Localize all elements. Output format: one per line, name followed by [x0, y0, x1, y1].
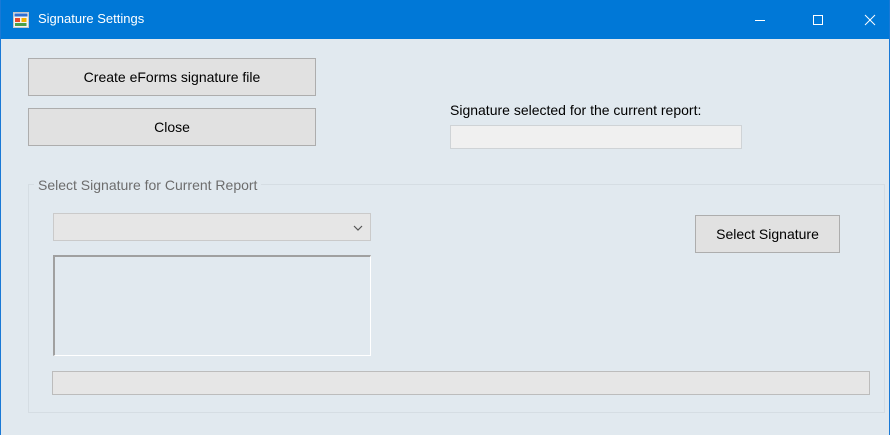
current-signature-field	[450, 125, 742, 149]
chevron-down-icon[interactable]	[352, 221, 364, 233]
minimize-icon[interactable]	[737, 0, 783, 39]
create-eforms-signature-file-button[interactable]: Create eForms signature file	[28, 58, 316, 96]
select-signature-button[interactable]: Select Signature	[695, 215, 840, 253]
window-title: Signature Settings	[38, 11, 145, 26]
app-form-icon	[13, 12, 29, 28]
maximize-icon[interactable]	[795, 0, 841, 39]
current-signature-label: Signature selected for the current repor…	[450, 102, 702, 118]
signature-dropdown[interactable]	[53, 213, 371, 241]
signature-settings-window: Signature Settings Create eForms signatu…	[0, 0, 890, 435]
close-icon[interactable]	[847, 0, 890, 39]
close-button[interactable]: Close	[28, 108, 316, 146]
title-bar[interactable]: Signature Settings	[1, 0, 889, 39]
progress-bar	[52, 371, 870, 395]
select-signature-group-legend: Select Signature for Current Report	[34, 177, 262, 193]
signature-listbox[interactable]	[53, 255, 371, 356]
